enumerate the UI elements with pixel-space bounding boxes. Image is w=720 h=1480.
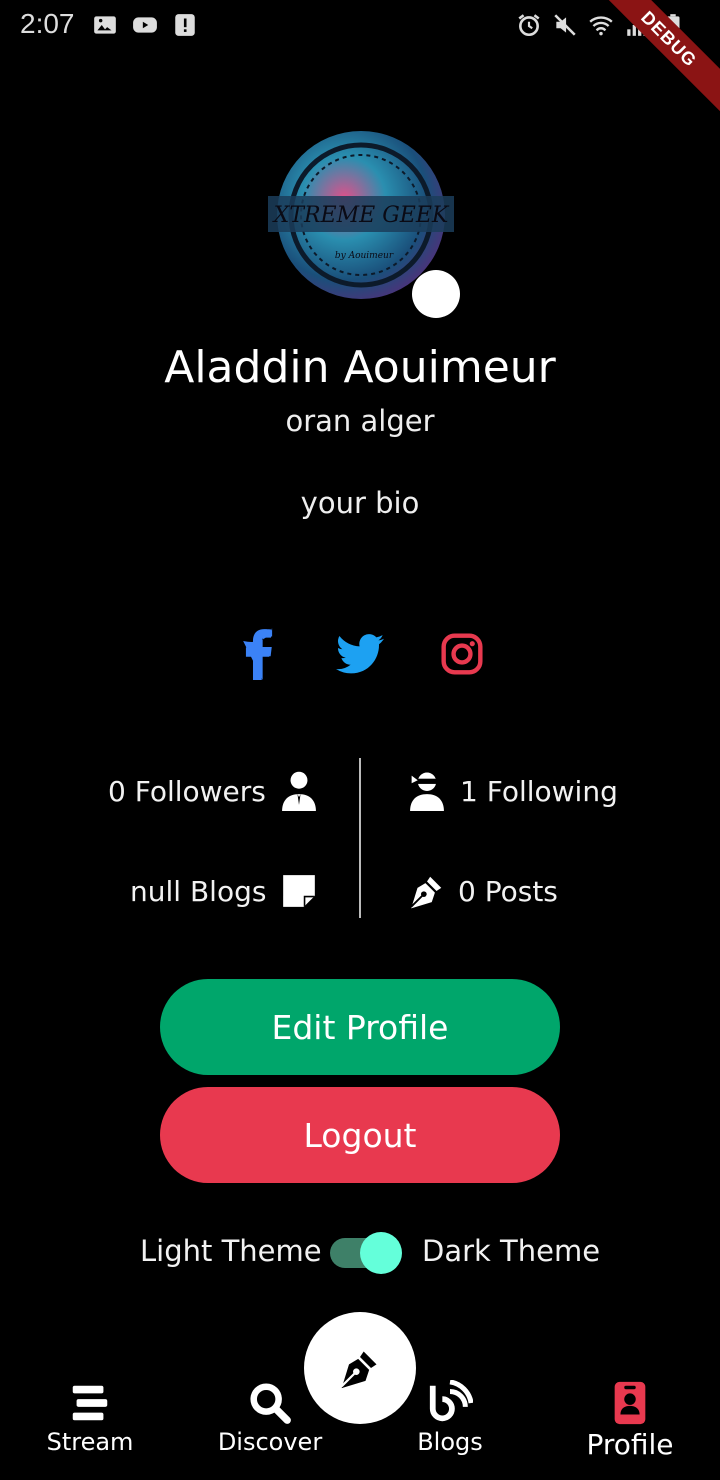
blog-icon <box>429 1380 473 1422</box>
theme-toggle-row: Light Theme Dark Theme <box>0 1228 720 1278</box>
following-count: 1 Following <box>460 774 618 808</box>
dark-theme-label: Dark Theme <box>422 1234 601 1268</box>
twitter-icon[interactable] <box>332 626 388 682</box>
light-theme-label: Light Theme <box>140 1234 322 1268</box>
sticky-note-icon <box>283 875 316 907</box>
blogs-count: null Blogs <box>130 874 267 908</box>
status-bar: 2:07 DEBUG <box>0 0 720 117</box>
pen-nib-icon <box>410 876 442 909</box>
compose-button[interactable] <box>304 1312 416 1424</box>
followers-count: 0 Followers <box>108 774 266 808</box>
alert-notification-icon <box>175 14 195 36</box>
user-tie-icon <box>281 771 316 811</box>
alarm-icon <box>518 14 540 37</box>
nav-label-profile: Profile <box>586 1428 674 1461</box>
nav-item-stream[interactable]: Stream <box>20 1370 160 1456</box>
search-icon <box>250 1383 291 1424</box>
following-stat[interactable]: 1 Following <box>408 766 618 816</box>
profile-location: oran alger <box>285 404 435 438</box>
wifi-icon <box>589 16 613 36</box>
online-indicator <box>412 270 460 318</box>
status-time: 2:07 <box>20 8 75 39</box>
nav-label-blogs: Blogs <box>417 1428 483 1456</box>
mute-icon <box>554 14 576 36</box>
nav-label-discover: Discover <box>217 1428 323 1456</box>
posts-stat[interactable]: 0 Posts <box>408 866 558 916</box>
image-notification-icon <box>94 16 116 34</box>
profile-bio: your bio <box>300 486 420 520</box>
social-links <box>0 626 720 686</box>
profile-screen: 2:07 DEBUG XTREME GEEK by Aouimeur Aladd… <box>0 0 720 1480</box>
blogs-stat[interactable]: null Blogs <box>130 866 318 916</box>
stats-divider <box>359 758 361 918</box>
posts-count: 0 Posts <box>458 874 558 908</box>
facebook-icon[interactable] <box>230 626 286 682</box>
profile-badge-icon <box>614 1381 646 1425</box>
pen-nib-icon <box>340 1351 377 1389</box>
followers-stat[interactable]: 0 Followers <box>108 766 318 816</box>
youtube-notification-icon <box>133 17 157 33</box>
nav-label-stream: Stream <box>46 1428 134 1456</box>
instagram-icon[interactable] <box>434 626 490 682</box>
profile-stats: 0 Followers 1 Following null Blogs 0 Pos… <box>0 758 720 918</box>
avatar-logo-subtext: by Aouimeur <box>335 251 394 261</box>
nav-item-profile[interactable]: Profile <box>560 1370 700 1461</box>
user-ninja-icon <box>410 772 444 811</box>
stream-icon <box>72 1385 108 1421</box>
logout-button[interactable]: Logout <box>160 1087 560 1183</box>
avatar-logo-text: XTREME GEEK <box>272 203 450 228</box>
theme-switch-thumb[interactable] <box>360 1232 402 1274</box>
edit-profile-button[interactable]: Edit Profile <box>160 979 560 1075</box>
profile-name: Aladdin Aouimeur <box>164 342 556 393</box>
